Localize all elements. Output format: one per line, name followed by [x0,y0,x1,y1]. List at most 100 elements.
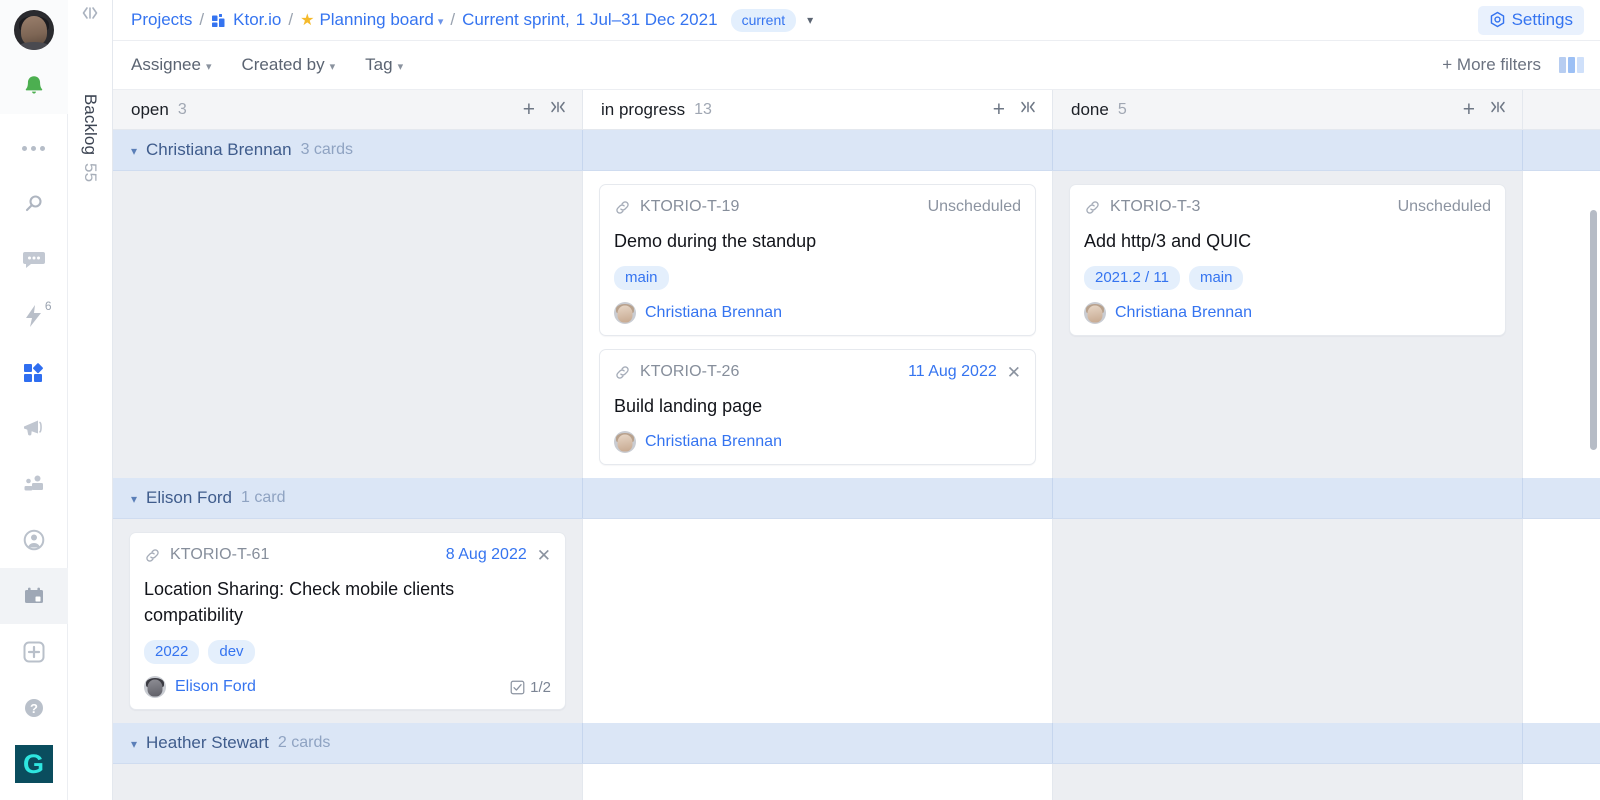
card-assignee[interactable]: Christiana Brennan [645,304,782,322]
card-schedule[interactable]: Unscheduled [928,198,1021,216]
sprint-chevron-down-icon[interactable]: ▾ [807,13,813,27]
card-footer: Christiana Brennan [1084,302,1491,325]
chevron-down-icon[interactable]: ▾ [131,737,137,751]
card-schedule[interactable]: Unscheduled [1398,198,1491,216]
collapse-column-icon[interactable] [1488,99,1508,120]
breadcrumb-board[interactable]: Planning board [319,10,433,30]
sidebar-item-chats[interactable] [0,232,68,288]
filter-tag[interactable]: Tag ▾ [365,55,403,75]
swimlane-header-segment [1053,130,1523,170]
card-meta: 8 Aug 2022 ✕ [446,546,551,564]
link-icon[interactable] [144,547,161,564]
backlog-panel[interactable]: Backlog 55 [68,0,113,800]
board-chevron-down-icon[interactable]: ▾ [438,15,444,28]
card[interactable]: KTORIO-T-19 Unscheduled Demo during the st… [599,184,1036,337]
breadcrumb-bar: Projects / Ktor.io / ★ Planning board ▾ … [113,0,1600,41]
sidebar-item-automation[interactable]: 6 [0,288,68,344]
add-card-button[interactable]: + [993,99,1005,120]
swimlane-header[interactable]: ▾ Heather Stewart 2 cards [113,723,1600,765]
settings-button[interactable]: Settings [1477,5,1584,35]
swimlane-header[interactable]: ▾ Christiana Brennan 3 cards [113,130,1600,171]
layout-toggle-icon[interactable] [1559,57,1584,73]
vertical-scrollbar[interactable] [1590,210,1597,450]
collapse-column-icon[interactable] [1018,99,1038,120]
sidebar-item-create[interactable] [0,624,68,680]
card-tag[interactable]: main [614,266,669,291]
breadcrumb-sprint[interactable]: Current sprint, [462,10,570,30]
card-tags: 2021.2 / 11 main [1084,266,1491,291]
left-rail: 6 ? G [0,0,68,800]
swimlane-cell-in-progress[interactable]: KTORIO-T-19 Unscheduled Demo during the st… [583,171,1053,479]
close-icon[interactable]: ✕ [1007,364,1021,381]
column-count: 5 [1117,100,1127,118]
sidebar-item-logo[interactable]: G [0,736,68,792]
link-icon[interactable] [1084,199,1101,216]
card-tag[interactable]: 2022 [144,640,200,665]
card-tags: main [614,266,1021,291]
backlog-expand-icon[interactable] [79,4,101,27]
swimlane-cell-open[interactable]: KTORIO-T-61 8 Aug 2022 ✕ Location Sharing: … [113,519,583,724]
swimlane-cell-open[interactable] [113,171,583,479]
sidebar-item-help[interactable]: ? [0,680,68,736]
breadcrumb-projects[interactable]: Projects [131,10,192,30]
link-icon[interactable] [614,199,631,216]
sidebar-item-user-avatar[interactable] [0,2,68,58]
swimlane-cell-done[interactable] [1053,764,1523,800]
card-schedule[interactable]: 8 Aug 2022 [446,546,527,564]
card-title: Add http/3 and QUIC [1084,231,1252,251]
breadcrumb-project[interactable]: Ktor.io [233,10,281,30]
swimlane-header-segment [1053,723,1523,764]
card-tags: 2022 dev [144,640,551,665]
board-app: 6 ? G Backlog55 Projects / Ktor.io / ★ P… [0,0,1600,800]
swimlane-cell-done[interactable] [1053,519,1523,724]
swimlane-header-segment: ▾ Christiana Brennan 3 cards [113,130,583,170]
card-tag[interactable]: main [1188,266,1244,291]
filter-tag-label: Tag [365,55,393,74]
status-badge[interactable]: current [730,8,797,32]
swimlane-cell-in-progress[interactable] [583,519,1053,724]
sidebar-item-teams[interactable] [0,456,68,512]
card-tag[interactable]: dev [208,640,255,665]
card-assignee[interactable]: Elison Ford [175,678,256,696]
column-header-done[interactable]: done 5 + [1053,90,1523,129]
card-title: Location Sharing: Check mobile clients c… [144,579,455,626]
sidebar-item-profile[interactable] [0,512,68,568]
sidebar-item-agenda[interactable] [0,568,68,624]
filter-assignee[interactable]: Assignee ▾ [131,55,211,75]
collapse-column-icon[interactable] [548,99,568,120]
breadcrumb-sprint-dates[interactable]: 1 Jul–31 Dec 2021 [576,10,718,30]
more-filters-button[interactable]: + More filters [1442,55,1541,75]
column-header-in-progress[interactable]: in progress 13 + [583,90,1053,129]
sidebar-item-more[interactable] [0,120,68,176]
card-header: KTORIO-T-26 11 Aug 2022 ✕ [614,362,1021,382]
sidebar-item-notifications[interactable] [0,58,68,114]
backlog-label: Backlog 55 [80,94,100,182]
add-card-button[interactable]: + [523,99,535,120]
chevron-down-icon[interactable]: ▾ [131,144,137,158]
link-icon[interactable] [614,364,631,381]
sidebar-item-announcements[interactable] [0,400,68,456]
close-icon[interactable]: ✕ [537,547,551,564]
sidebar-item-boards[interactable] [0,344,68,400]
swimlane-header[interactable]: ▾ Elison Ford 1 card [113,478,1600,520]
card[interactable]: KTORIO-T-26 11 Aug 2022 ✕ Build landing pag… [599,349,1036,466]
avatar [614,302,636,325]
add-card-button[interactable]: + [1463,99,1475,120]
card[interactable]: KTORIO-T-3 Unscheduled Add http/3 and QUIC… [1069,184,1506,337]
column-header-open[interactable]: open 3 + [113,90,583,129]
sidebar-item-search[interactable] [0,176,68,232]
more-icon [22,145,45,151]
swimlane-header-segment: ▾ Elison Ford 1 card [113,478,583,519]
star-icon[interactable]: ★ [300,10,314,30]
swimlane-cell-in-progress[interactable] [583,764,1053,800]
swimlane-cell-open[interactable] [113,764,583,800]
card-assignee[interactable]: Christiana Brennan [645,433,782,451]
chevron-down-icon[interactable]: ▾ [131,492,137,506]
card-schedule[interactable]: 11 Aug 2022 [908,363,997,381]
card[interactable]: KTORIO-T-61 8 Aug 2022 ✕ Location Sharing: … [129,532,566,711]
card-tag[interactable]: 2021.2 / 11 [1084,266,1180,291]
swimlane-cell-done[interactable]: KTORIO-T-3 Unscheduled Add http/3 and QUIC… [1053,171,1523,479]
card-title: Build landing page [614,396,763,417]
card-assignee[interactable]: Christiana Brennan [1115,304,1252,322]
filter-created-by[interactable]: Created by ▾ [241,55,335,75]
